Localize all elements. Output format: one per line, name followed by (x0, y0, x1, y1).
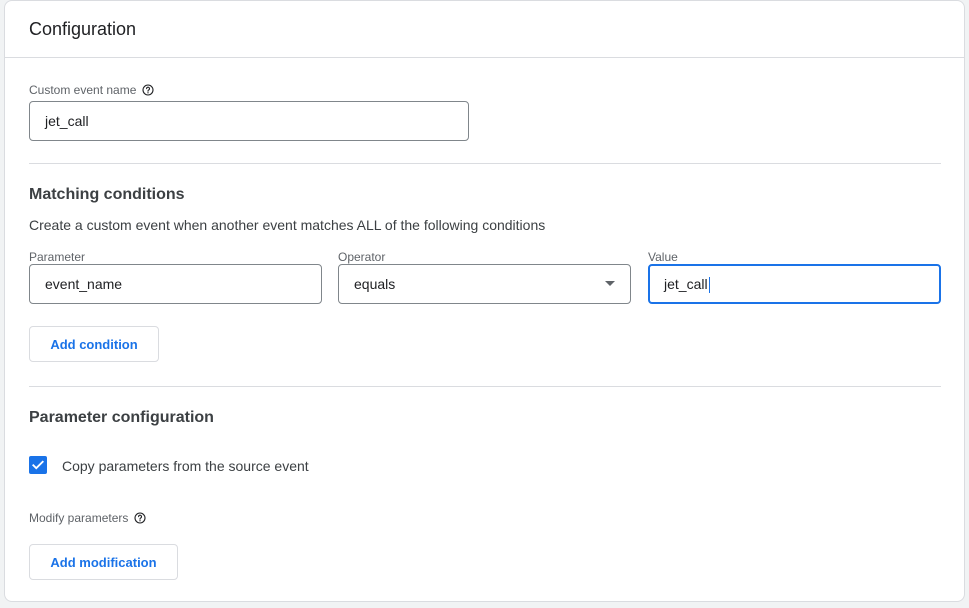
copy-parameters-checkbox[interactable] (29, 456, 47, 474)
divider (29, 386, 941, 387)
value-label: Value (648, 250, 678, 264)
matching-conditions-title: Matching conditions (29, 186, 185, 203)
custom-event-name-input[interactable]: jet_call (29, 101, 469, 141)
copy-parameters-label[interactable]: Copy parameters from the source event (62, 458, 309, 474)
dropdown-arrow-icon (605, 281, 615, 286)
parameter-label: Parameter (29, 250, 86, 264)
operator-label: Operator (338, 250, 386, 264)
add-condition-button[interactable]: Add condition (29, 326, 159, 362)
card-header: Configuration (5, 1, 964, 58)
modify-parameters-label: Modify parameters (29, 511, 146, 525)
parameter-input[interactable]: event_name (29, 264, 322, 304)
help-icon[interactable] (134, 512, 146, 524)
help-icon[interactable] (142, 84, 154, 96)
page-title: Configuration (29, 19, 137, 39)
parameter-configuration-title: Parameter configuration (29, 409, 214, 426)
checkmark-icon (32, 460, 44, 470)
value-input[interactable]: jet_call (648, 264, 941, 304)
matching-conditions-description: Create a custom event when another event… (29, 217, 546, 233)
operator-select[interactable]: equals (338, 264, 631, 304)
custom-event-name-label: Custom event name (29, 83, 154, 97)
add-modification-button[interactable]: Add modification (29, 544, 178, 580)
configuration-card: Configuration Custom event name jet_call… (4, 0, 965, 602)
divider (29, 163, 941, 164)
text-cursor (708, 277, 710, 294)
